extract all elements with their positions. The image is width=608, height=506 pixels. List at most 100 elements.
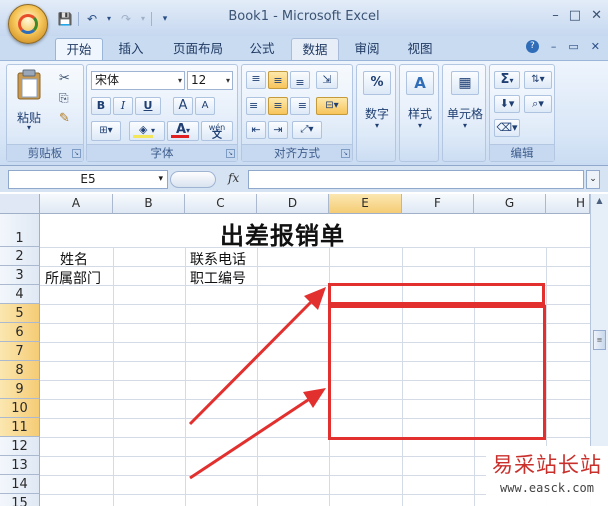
chevron-down-icon: ▾ <box>417 121 422 130</box>
tab-formulas[interactable]: 公式 <box>240 38 284 60</box>
minimize-button[interactable]: – <box>552 8 559 23</box>
name-box[interactable]: E5 ▾ <box>8 170 168 189</box>
italic-button[interactable]: I <box>113 97 133 115</box>
tab-insert[interactable]: 插入 <box>107 38 155 60</box>
paste-button[interactable]: 粘贴 ▾ <box>11 69 47 137</box>
editing-group-label: 编辑 <box>490 144 554 161</box>
tab-home[interactable]: 开始 <box>55 38 103 60</box>
chevron-down-icon: ▾ <box>177 76 182 85</box>
ribbon-restore-icon[interactable]: ▭ <box>568 40 578 53</box>
title-bar: 💾 ↶ ▾ ↷ ▾ ▾ Book1 - Microsoft Excel – □ … <box>0 0 608 36</box>
align-middle-icon[interactable]: ≡ <box>268 71 288 89</box>
ribbon-close-icon[interactable]: ✕ <box>591 40 600 53</box>
tab-review[interactable]: 审阅 <box>345 38 389 60</box>
increase-indent-icon[interactable]: ⇥ <box>268 121 288 139</box>
font-name-select[interactable]: 宋体 ▾ <box>91 71 185 90</box>
percent-icon: % <box>363 71 391 95</box>
ribbon-minimize-icon[interactable]: – <box>551 40 557 53</box>
window-controls: – □ ✕ <box>552 8 602 23</box>
chevron-down-icon: ▾ <box>225 76 230 85</box>
align-top-icon[interactable]: ≡ <box>246 71 266 89</box>
borders-icon[interactable]: ⊞▾ <box>91 121 121 141</box>
ribbon-tabs: 开始 插入 页面布局 公式 数据 审阅 视图 ? – ▭ ✕ <box>0 36 608 60</box>
chevron-down-icon: ▾ <box>150 126 155 135</box>
worksheet-grid: A B C D E F G H 1 2 3 4 5 6 7 8 9 10 11 … <box>0 192 608 506</box>
cells-group[interactable]: ▦ 单元格 ▾ <box>442 64 486 162</box>
copy-icon[interactable]: ⎘ <box>59 91 69 106</box>
align-left-icon[interactable]: ≡ <box>246 97 266 115</box>
paste-dropdown-icon: ▾ <box>26 123 31 132</box>
font-group: 宋体 ▾ 12 ▾ B I U A A ⊞▾ ◈ ▾ A▾ wén 文 字体 ↘ <box>86 64 238 162</box>
bold-button[interactable]: B <box>91 97 111 115</box>
fill-color-swatch <box>133 135 153 138</box>
phonetic-guide-button[interactable]: wén 文 <box>201 121 233 141</box>
tab-data[interactable]: 数据 <box>291 38 339 60</box>
clipboard-launcher-icon[interactable]: ↘ <box>72 149 81 158</box>
insert-function[interactable]: fx <box>168 170 248 189</box>
ribbon: 粘贴 ▾ ✂ ⎘ ✎ 剪贴板 ↘ 宋体 ▾ 12 ▾ B I U A A ⊞▾ <box>0 60 608 166</box>
watermark-url: www.easck.com <box>500 481 594 495</box>
orientation-icon[interactable]: ⤢▾ <box>292 121 322 139</box>
maximize-button[interactable]: □ <box>569 8 581 23</box>
watermark-name: 易采站长站 <box>492 453 602 477</box>
chevron-down-icon: ▾ <box>186 126 191 135</box>
merge-center-icon[interactable]: ⊟▾ <box>316 97 348 115</box>
fill-icon[interactable]: ⬇▾ <box>494 95 520 113</box>
alignment-group: ≡ ≡ ≡ ⇲ ≡ ≡ ≡ ⊟▾ ⇤ ⇥ ⤢▾ 对齐方式 ↘ <box>241 64 353 162</box>
grow-font-button[interactable]: A <box>173 97 193 115</box>
watermark: 易采站长站 www.easck.com <box>486 446 608 506</box>
font-size-select[interactable]: 12 ▾ <box>187 71 233 90</box>
number-label: 数字 <box>364 107 389 121</box>
sort-filter-icon[interactable]: ⇅▾ <box>524 71 552 89</box>
editing-group: Σ▾ ⇅▾ ⬇▾ ⌕▾ ⌫▾ 编辑 <box>489 64 555 162</box>
office-logo-icon <box>18 14 38 34</box>
font-group-label: 字体 <box>87 144 237 161</box>
fill-color-button[interactable]: ◈ ▾ <box>129 121 165 141</box>
phonetic-char-icon: 文 <box>212 130 222 141</box>
shrink-font-button[interactable]: A <box>195 97 215 115</box>
align-right-icon[interactable]: ≡ <box>290 97 310 115</box>
chevron-down-icon: ▾ <box>462 121 467 130</box>
tab-view[interactable]: 视图 <box>398 38 442 60</box>
alignment-launcher-icon[interactable]: ↘ <box>341 149 350 158</box>
format-painter-icon[interactable]: ✎ <box>59 111 70 126</box>
scroll-thumb[interactable]: ≡ <box>593 330 606 350</box>
formula-bar: E5 ▾ fx ⌄ <box>0 166 608 192</box>
chevron-down-icon: ▾ <box>158 174 163 184</box>
chevron-down-icon: ▾ <box>374 121 379 130</box>
expand-formula-bar-icon[interactable]: ⌄ <box>586 170 600 189</box>
font-size-value: 12 <box>191 73 207 87</box>
name-box-value: E5 <box>80 172 96 186</box>
styles-group[interactable]: A 样式 ▾ <box>399 64 439 162</box>
formula-input[interactable] <box>248 170 584 189</box>
font-launcher-icon[interactable]: ↘ <box>226 149 235 158</box>
scroll-up-icon[interactable]: ▲ <box>593 196 606 209</box>
excel-window: 💾 ↶ ▾ ↷ ▾ ▾ Book1 - Microsoft Excel – □ … <box>0 0 608 506</box>
help-icon[interactable]: ? <box>525 40 539 53</box>
insert-function-label: fx <box>228 171 240 185</box>
wrap-text-icon[interactable]: ⇲ <box>316 71 338 89</box>
formula-bar-splitter <box>170 171 216 188</box>
arrow-line-lower <box>189 394 315 480</box>
align-bottom-icon[interactable]: ≡ <box>290 71 310 89</box>
chevron-down-icon: ▾ <box>509 76 514 85</box>
cut-icon[interactable]: ✂ <box>59 71 70 86</box>
cells-label: 单元格 <box>446 107 483 121</box>
cells-icon: ▦ <box>451 71 479 95</box>
arrowhead-icon <box>303 388 326 408</box>
close-button[interactable]: ✕ <box>591 8 602 23</box>
ribbon-right-controls: ? – ▭ ✕ <box>525 40 600 53</box>
window-title: Book1 - Microsoft Excel <box>228 9 380 24</box>
autosum-icon[interactable]: Σ▾ <box>494 71 520 89</box>
font-name-value: 宋体 <box>95 73 120 87</box>
arrow-line-upper <box>188 295 318 426</box>
find-select-icon[interactable]: ⌕▾ <box>524 95 552 113</box>
number-group[interactable]: % 数字 ▾ <box>356 64 396 162</box>
underline-button[interactable]: U <box>135 97 161 115</box>
font-color-button[interactable]: A▾ <box>167 121 199 141</box>
decrease-indent-icon[interactable]: ⇤ <box>246 121 266 139</box>
clear-icon[interactable]: ⌫▾ <box>494 119 520 137</box>
align-center-icon[interactable]: ≡ <box>268 97 288 115</box>
tab-page-layout[interactable]: 页面布局 <box>162 38 234 60</box>
office-button[interactable] <box>8 4 48 44</box>
